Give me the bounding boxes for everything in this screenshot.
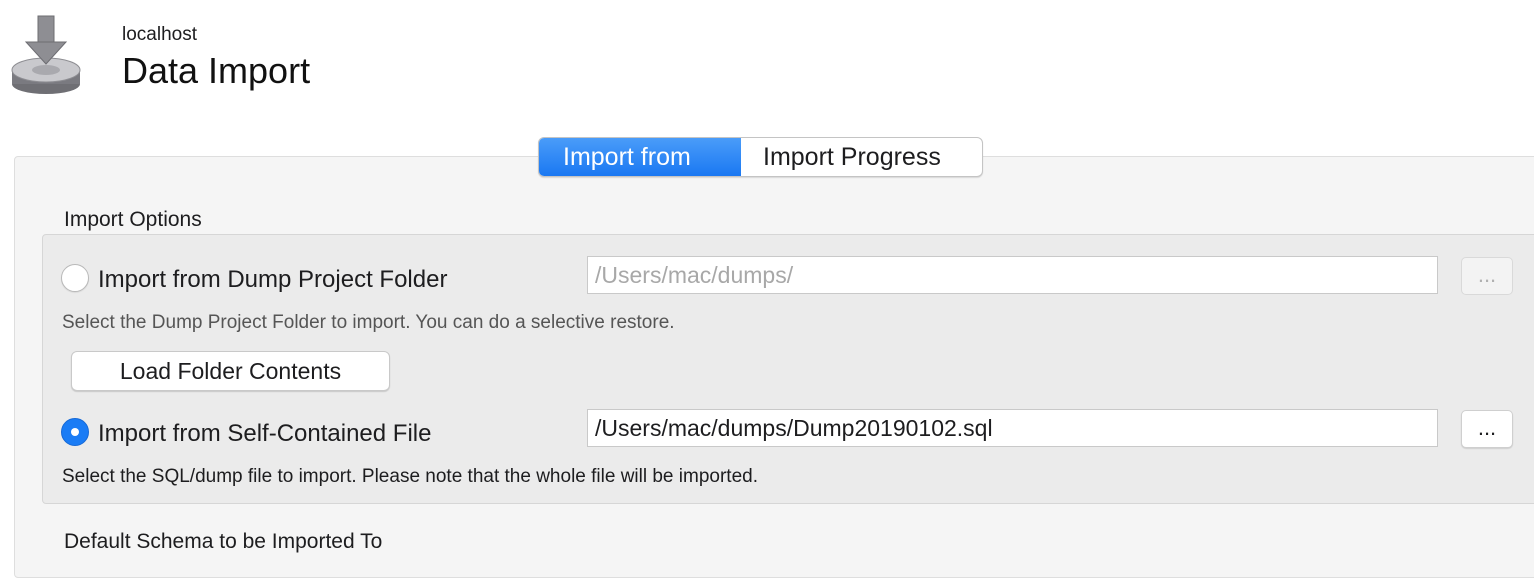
radio-selected-dot (71, 428, 79, 436)
database-import-icon (10, 14, 82, 96)
self-contained-file-help-text: Select the SQL/dump file to import. Plea… (62, 466, 758, 487)
import-options-heading: Import Options (64, 208, 202, 231)
connection-host: localhost (122, 24, 197, 45)
dump-folder-browse-button[interactable]: ... (1461, 257, 1513, 295)
tab-import-progress[interactable]: Import Progress (741, 138, 982, 176)
self-contained-file-radio[interactable] (61, 418, 89, 446)
page-title: Data Import (122, 50, 311, 91)
self-contained-file-radio-label[interactable]: Import from Self-Contained File (98, 420, 431, 448)
tab-bar: Import from Disk Import Progress (538, 137, 983, 177)
load-folder-contents-button[interactable]: Load Folder Contents (71, 351, 390, 391)
dump-folder-radio-label[interactable]: Import from Dump Project Folder (98, 266, 447, 294)
self-contained-file-path-field[interactable] (587, 409, 1438, 447)
dump-folder-help-text: Select the Dump Project Folder to import… (62, 312, 675, 333)
default-schema-heading: Default Schema to be Imported To (64, 530, 383, 553)
self-contained-file-browse-button[interactable]: ... (1461, 410, 1513, 448)
dump-folder-radio[interactable] (61, 264, 89, 292)
dump-folder-path-field[interactable] (587, 256, 1438, 294)
tab-import-from-disk[interactable]: Import from Disk (539, 138, 741, 176)
